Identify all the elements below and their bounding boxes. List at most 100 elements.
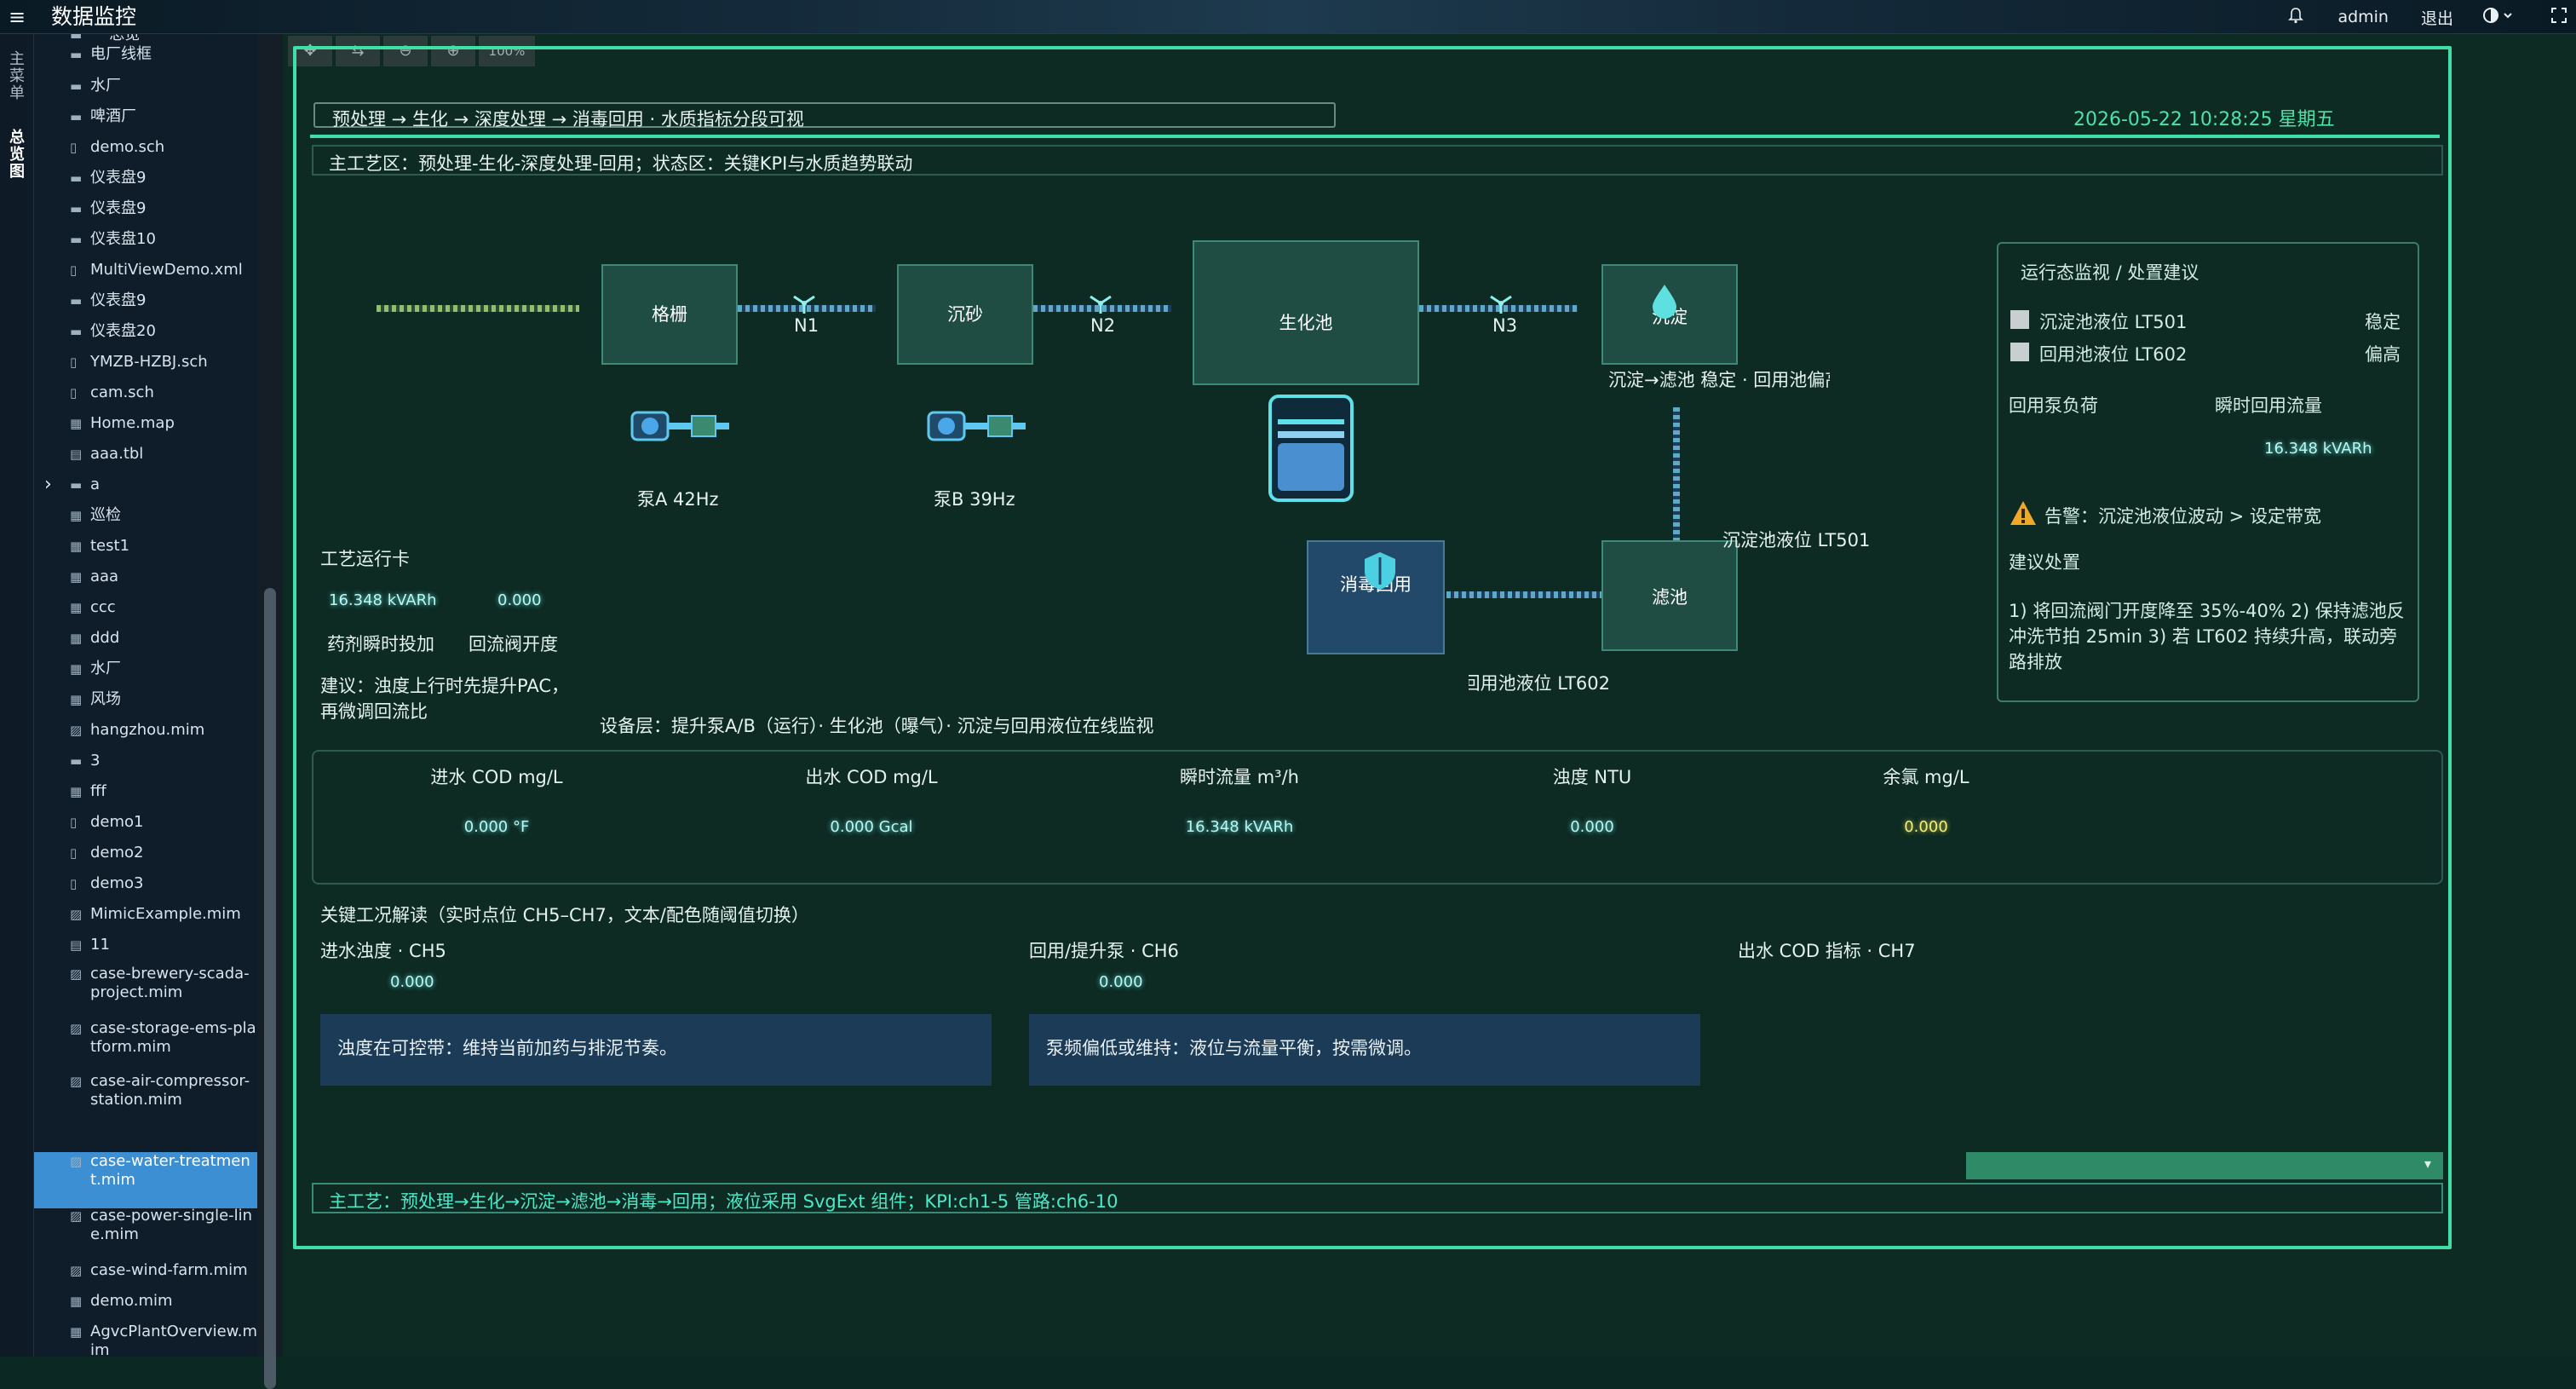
tree-item[interactable]: ▨ MimicExample.mim: [34, 905, 257, 929]
tree-item[interactable]: ▨ case-water-treatment.mim: [34, 1152, 257, 1208]
card-value-1: 16.348 kVARh: [329, 591, 437, 609]
water-drop-icon: [1653, 285, 1676, 319]
tree-item[interactable]: ▨ case-wind-farm.mim: [34, 1261, 257, 1285]
tree-item[interactable]: ▦ aaa: [34, 568, 257, 591]
lt501-label: 沉淀池液位 LT501: [1722, 530, 1871, 550]
tree-item-label: case-power-single-line.mim: [90, 1207, 253, 1243]
grille-unit[interactable]: 格栅: [601, 264, 738, 365]
tree-item[interactable]: ▨ case-power-single-line.mim: [34, 1207, 257, 1259]
lt602-label: 回用池液位 LT602: [1469, 673, 1610, 694]
pump-a-icon[interactable]: [630, 407, 731, 445]
tree-item[interactable]: ▦ AgvcPlantOverview.mim: [34, 1323, 257, 1357]
bio-tank[interactable]: 生化池: [1193, 240, 1419, 385]
map-icon: ▦: [70, 661, 83, 677]
tree-item-label: case-water-treatment.mim: [90, 1152, 250, 1189]
tree-item[interactable]: ▦ 水厂: [34, 660, 257, 683]
tree-item[interactable]: ▦ 巡检: [34, 506, 257, 530]
tree-item[interactable]: ▤ aaa.tbl: [34, 445, 257, 469]
tree-item-label: 啤酒厂: [90, 107, 136, 125]
rail-overview[interactable]: 总览图: [7, 130, 27, 181]
kpi-label: 瞬时流量 m³/h: [1180, 767, 1299, 787]
inlet-pipe: [377, 305, 579, 312]
tree-item[interactable]: ▦ Home.map: [34, 414, 257, 438]
tree-item[interactable]: ▬ 仪表盘10: [34, 230, 257, 254]
ch5-value: 0.000: [390, 973, 434, 991]
row-checkbox[interactable]: [2010, 310, 2029, 329]
file-icon: ▯: [70, 354, 78, 370]
user-name[interactable]: admin: [2337, 8, 2389, 26]
tree-item-label: demo2: [90, 844, 144, 862]
ch5-note: 浊度在可控带：维持当前加药与排泥节奏。: [320, 1014, 992, 1086]
tree-item[interactable]: ▬ ㅡ 总览: [34, 34, 257, 44]
tree-item-label: MultiViewDemo.xml: [90, 261, 243, 279]
tree-item[interactable]: ▯ demo2: [34, 844, 257, 867]
map-icon: ▦: [70, 539, 83, 554]
bell-icon[interactable]: [2283, 7, 2309, 28]
card-value-2: 0.000: [497, 591, 542, 609]
chevron-right-icon[interactable]: ›: [44, 475, 58, 494]
tree-item[interactable]: ▨ case-storage-ems-platform.mim: [34, 1019, 257, 1072]
tree-item[interactable]: ▨ case-brewery-scada-project.mim: [34, 965, 257, 1017]
tree-item[interactable]: ▦ fff: [34, 782, 257, 806]
table-icon: ▤: [70, 447, 83, 462]
tree-item[interactable]: ▬ 水厂: [34, 77, 257, 101]
valve-n3-label: N3: [1492, 315, 1518, 336]
diagram-icon: ▨: [70, 1074, 83, 1089]
tree-item[interactable]: ▯ demo1: [34, 813, 257, 837]
card-advice: 建议：浊度上行时先提升PAC， 再微调回流比: [320, 676, 569, 722]
tree-item[interactable]: ▬ 3: [34, 752, 257, 775]
grid-icon: ▬: [70, 232, 83, 247]
tree-item[interactable]: ▤ 11: [34, 936, 257, 960]
fullscreen-icon[interactable]: [2550, 7, 2567, 28]
grit-unit[interactable]: 沉砂: [897, 264, 1033, 365]
view-select[interactable]: ▾: [1966, 1152, 2443, 1179]
flow-label: 瞬时回用流量: [2215, 395, 2322, 416]
tree-item[interactable]: ▬ 仪表盘9: [34, 199, 257, 223]
tree-item[interactable]: ▦ 风场: [34, 690, 257, 714]
grid-icon: ▬: [70, 109, 83, 124]
rail-main-menu[interactable]: 主菜单: [7, 51, 27, 102]
tree-item[interactable]: ▨ hangzhou.mim: [34, 721, 257, 745]
tree-item[interactable]: ▯ cam.sch: [34, 383, 257, 407]
tree-item[interactable]: ▬ 仪表盘20: [34, 322, 257, 346]
table-icon: ▤: [70, 937, 83, 953]
file-icon: ▯: [70, 876, 78, 891]
tree-item-label: case-wind-farm.mim: [90, 1261, 248, 1279]
tree-item[interactable]: ▦ ddd: [34, 629, 257, 653]
tree-item[interactable]: ▦ test1: [34, 537, 257, 561]
row-state: 偏高: [2365, 344, 2401, 365]
valve-n3-icon[interactable]: [1487, 291, 1515, 317]
tree-item[interactable]: ▬ 仪表盘9: [34, 291, 257, 315]
theme-toggle-icon[interactable]: [2482, 7, 2516, 28]
pump-b-icon[interactable]: [927, 407, 1027, 445]
flow-value: 16.348 kVARh: [2264, 440, 2372, 458]
file-icon: ▯: [70, 815, 78, 830]
tree-item[interactable]: › ▬ a: [34, 475, 257, 499]
tree-item-label: aaa.tbl: [90, 445, 144, 463]
map-icon: ▦: [70, 416, 83, 431]
tree-item[interactable]: ▯ MultiViewDemo.xml: [34, 261, 257, 285]
map-icon: ▦: [70, 784, 83, 799]
tree-item[interactable]: ▯ YMZB-HZBJ.sch: [34, 353, 257, 377]
row-checkbox[interactable]: [2010, 343, 2029, 361]
hamburger-menu-icon[interactable]: ≡: [9, 5, 27, 29]
load-label: 回用泵负荷: [2009, 395, 2098, 416]
tree-item[interactable]: ▬ 仪表盘9: [34, 169, 257, 193]
tree-item[interactable]: ▬ 啤酒厂: [34, 107, 257, 131]
filter-unit[interactable]: 滤池: [1601, 540, 1738, 651]
tree-item[interactable]: ▯ demo.sch: [34, 138, 257, 162]
valve-n1-icon[interactable]: [791, 291, 818, 317]
kpi-value: 0.000: [1904, 818, 1948, 836]
tree-item[interactable]: ▦ demo.mim: [34, 1292, 257, 1316]
tree-item[interactable]: ▦ ccc: [34, 598, 257, 622]
tree-item-label: 仪表盘9: [90, 291, 147, 309]
kpi-value: 16.348 kVARh: [1185, 818, 1294, 836]
tree-item[interactable]: ▯ demo3: [34, 874, 257, 898]
tree-item[interactable]: ▨ case-air-compressor-station.mim: [34, 1072, 257, 1149]
tree-item[interactable]: ▬ 电厂线框: [34, 45, 257, 69]
logout-link[interactable]: 退出: [2421, 6, 2453, 29]
scrollbar-thumb[interactable]: [264, 588, 276, 1389]
shield-icon: [1365, 552, 1395, 590]
valve-n2-icon[interactable]: [1087, 291, 1114, 317]
tree-scrollbar[interactable]: [257, 34, 283, 1389]
